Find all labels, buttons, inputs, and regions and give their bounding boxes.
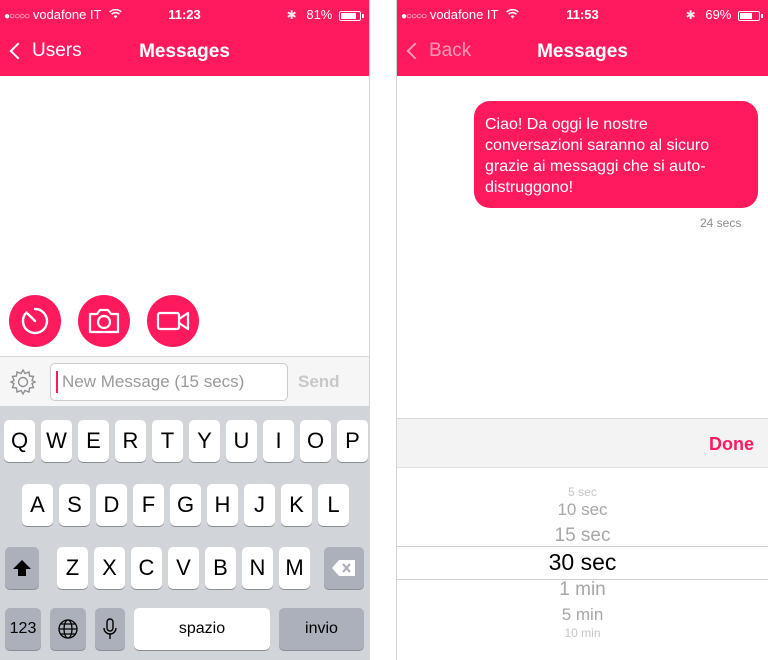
backspace-icon (332, 560, 355, 576)
picker-option[interactable]: 10 sec (397, 500, 768, 520)
status-bar: ●○○○○ vodafone IT 11:23 ✱ 81% (0, 0, 369, 30)
key-s[interactable]: S (59, 484, 90, 526)
picker-option[interactable]: 10 min (397, 626, 768, 640)
back-label: Back (429, 40, 472, 61)
status-bar: ●○○○○ vodafone IT 11:53 ✱ 69% (397, 0, 768, 30)
timer-picker[interactable]: 5 sec 10 sec 15 sec 30 sec 1 min 5 min 10 min (397, 468, 768, 660)
backspace-key[interactable] (324, 547, 364, 589)
battery-percent: 69% (705, 7, 732, 22)
back-button[interactable]: Users (8, 40, 82, 62)
numbers-key[interactable]: 123 (5, 608, 41, 650)
key-t[interactable]: T (152, 420, 183, 462)
key-b[interactable]: B (205, 547, 236, 589)
key-x[interactable]: X (94, 547, 125, 589)
globe-key[interactable] (50, 608, 86, 650)
send-button[interactable]: Send (298, 372, 340, 392)
picker-option[interactable]: 15 sec (397, 525, 768, 548)
key-g[interactable]: G (170, 484, 201, 526)
message-bubble[interactable]: Ciao! Da oggi le nostre conversazioni sa… (474, 101, 758, 208)
battery-icon (339, 10, 364, 21)
key-r[interactable]: R (115, 420, 146, 462)
key-z[interactable]: Z (57, 547, 88, 589)
message-timestamp: 24 secs (700, 216, 742, 230)
top-bar: ●○○○○ vodafone IT 11:23 ✱ 81% Users Mess… (0, 0, 369, 76)
message-input[interactable] (50, 363, 288, 401)
camera-button[interactable] (78, 295, 130, 347)
message-composer: Send (0, 356, 369, 406)
space-key[interactable]: spazio (134, 608, 270, 650)
key-q[interactable]: Q (4, 420, 35, 462)
top-bar: ●○○○○ vodafone IT 11:53 ✱ 69% Back Messa… (397, 0, 768, 76)
key-u[interactable]: U (226, 420, 257, 462)
back-button[interactable]: Back (405, 40, 471, 62)
key-w[interactable]: W (41, 420, 72, 462)
key-f[interactable]: F (133, 484, 164, 526)
navigation-bar: Back Messages (397, 30, 768, 76)
keyboard: QWERTYUIOP ASDFGHJKL ZXCVBNM 123 spazio … (0, 406, 369, 660)
key-a[interactable]: A (22, 484, 53, 526)
key-p[interactable]: P (337, 420, 368, 462)
key-v[interactable]: V (168, 547, 199, 589)
microphone-icon (103, 618, 117, 639)
left-screen: ●○○○○ vodafone IT 11:23 ✱ 81% Users Mess… (0, 0, 370, 660)
key-k[interactable]: K (281, 484, 312, 526)
navigation-bar: Users Messages (0, 30, 369, 76)
picker-toolbar: Done (397, 418, 768, 468)
done-button[interactable]: Done (709, 434, 754, 455)
timer-icon (21, 307, 49, 335)
key-c[interactable]: C (131, 547, 162, 589)
picker-option[interactable]: 1 min (397, 579, 768, 602)
key-j[interactable]: J (244, 484, 275, 526)
chevron-left-icon (406, 42, 424, 60)
shift-icon (13, 560, 31, 576)
key-d[interactable]: D (96, 484, 127, 526)
back-label: Users (32, 40, 82, 61)
timer-button[interactable] (9, 295, 61, 347)
picker-option-selected[interactable]: 30 sec (397, 549, 768, 577)
chevron-left-icon (9, 42, 27, 60)
camera-icon (88, 308, 120, 334)
key-l[interactable]: L (318, 484, 349, 526)
shift-key[interactable] (5, 547, 39, 589)
gear-icon[interactable] (8, 367, 38, 402)
video-camera-icon (156, 311, 190, 331)
video-button[interactable] (147, 295, 199, 347)
key-e[interactable]: E (78, 420, 109, 462)
battery-icon (738, 10, 763, 21)
text-cursor (56, 371, 58, 393)
key-n[interactable]: N (242, 547, 273, 589)
bluetooth-icon: ✱ (286, 8, 297, 22)
picker-option[interactable]: 5 sec (397, 485, 768, 499)
bluetooth-icon: ✱ (685, 8, 696, 22)
microphone-key[interactable] (95, 608, 125, 650)
picker-option[interactable]: 5 min (397, 605, 768, 625)
key-o[interactable]: O (300, 420, 331, 462)
key-m[interactable]: M (279, 547, 310, 589)
battery-percent: 81% (306, 7, 333, 22)
key-h[interactable]: H (207, 484, 238, 526)
key-i[interactable]: I (263, 420, 294, 462)
globe-icon (58, 619, 78, 639)
return-key[interactable]: invio (279, 608, 364, 650)
key-y[interactable]: Y (189, 420, 220, 462)
